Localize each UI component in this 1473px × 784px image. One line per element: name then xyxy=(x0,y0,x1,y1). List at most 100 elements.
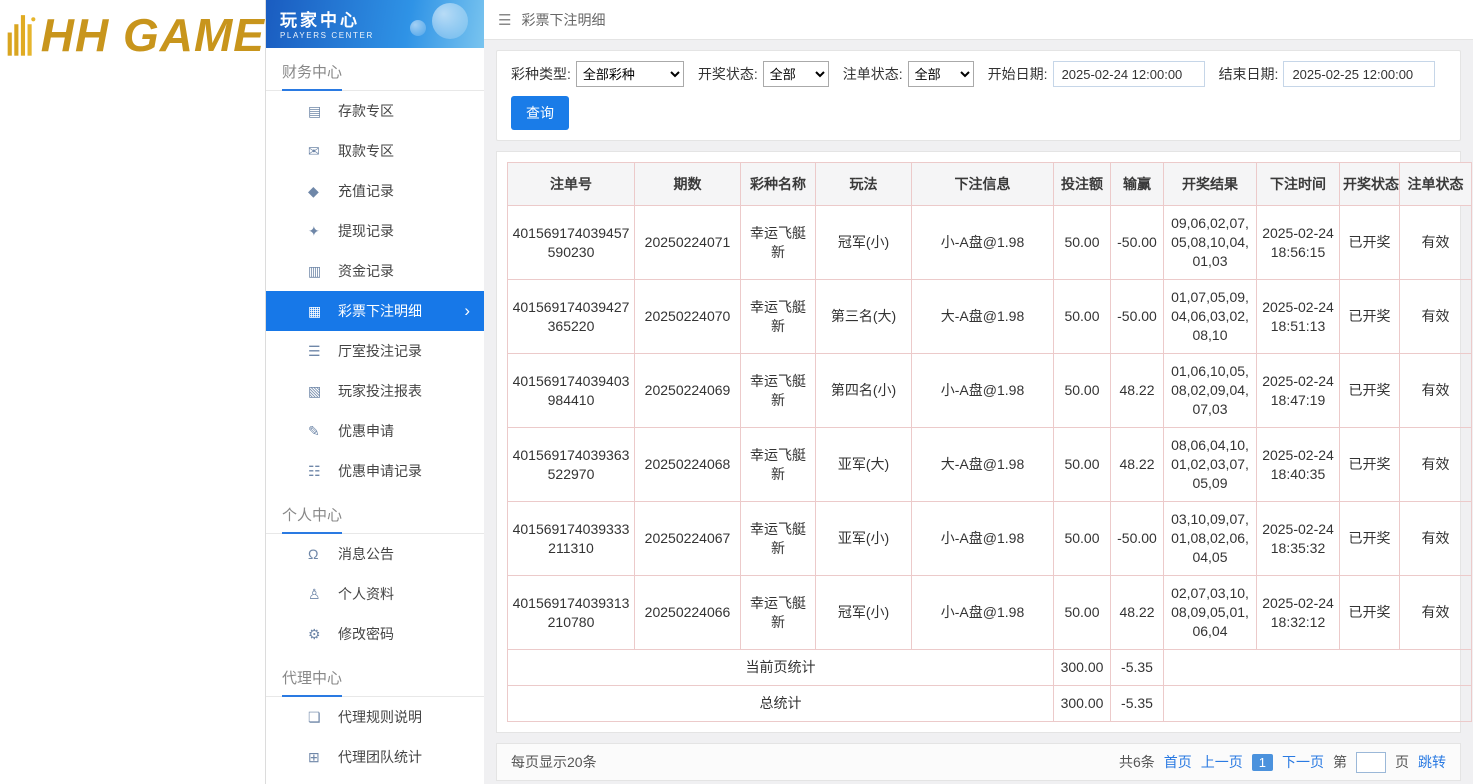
order-status-select[interactable]: 全部 xyxy=(908,61,974,87)
cell-bet_info: 大-A盘@1.98 xyxy=(912,280,1054,354)
sidebar-item-change-password[interactable]: ⚙修改密码 xyxy=(266,614,484,654)
sidebar-item-label: 彩票下注明细 xyxy=(338,303,422,319)
sidebar-item-label: 代理规则说明 xyxy=(338,709,422,725)
cell-bet_time: 2025-02-24 18:40:35 xyxy=(1257,428,1340,502)
cell-lottery: 幸运飞艇新 xyxy=(741,206,816,280)
cell-period: 20250224070 xyxy=(635,280,741,354)
cell-amount: 50.00 xyxy=(1054,502,1111,576)
cell-bet_time: 2025-02-24 18:47:19 xyxy=(1257,354,1340,428)
cell-period: 20250224066 xyxy=(635,576,741,650)
table-footer: 每页显示20条 共6条 首页 上一页 1 下一页 第 页 跳转 xyxy=(496,743,1461,781)
sidebar-item-deposit-area[interactable]: ▤存款专区 xyxy=(266,91,484,131)
summary-empty xyxy=(1164,686,1472,722)
chevron-right-icon: › xyxy=(464,291,470,331)
sidebar-item-fund-records[interactable]: ▥资金记录 xyxy=(266,251,484,291)
search-button[interactable]: 查询 xyxy=(511,96,569,130)
jump-button[interactable]: 跳转 xyxy=(1418,752,1446,772)
cell-bet_time: 2025-02-24 18:56:15 xyxy=(1257,206,1340,280)
sidebar-item-profile[interactable]: ♙个人资料 xyxy=(266,574,484,614)
table-row: 40156917403940398441020250224069幸运飞艇新第四名… xyxy=(508,354,1472,428)
cell-result: 01,06,10,05,08,02,09,04,07,03 xyxy=(1164,354,1257,428)
cell-order_no: 401569174039333211310 xyxy=(508,502,635,576)
sidebar-item-label: 充值记录 xyxy=(338,183,394,199)
first-page-link[interactable]: 首页 xyxy=(1164,752,1192,772)
cell-order_no: 401569174039313210780 xyxy=(508,576,635,650)
cell-play: 冠军(小) xyxy=(816,206,912,280)
promo-record-icon: ☷ xyxy=(308,451,321,491)
cell-result: 01,07,05,09,04,06,03,02,08,10 xyxy=(1164,280,1257,354)
bell-icon: Ω xyxy=(308,534,318,574)
sidebar-item-lottery-bet-details[interactable]: ▦彩票下注明细› xyxy=(266,291,484,331)
cell-result: 03,10,09,07,01,08,02,06,04,05 xyxy=(1164,502,1257,576)
sidebar-item-label: 优惠申请记录 xyxy=(338,463,422,479)
table-body: 40156917403945759023020250224071幸运飞艇新冠军(… xyxy=(508,206,1472,722)
cell-order_status: 有效 xyxy=(1400,502,1472,576)
cell-order_status: 有效 xyxy=(1400,576,1472,650)
cell-win_loss: 48.22 xyxy=(1111,576,1164,650)
cell-amount: 50.00 xyxy=(1054,576,1111,650)
page-jump-input[interactable] xyxy=(1356,752,1386,773)
cell-order_no: 401569174039457590230 xyxy=(508,206,635,280)
draw-status-select[interactable]: 全部 xyxy=(763,61,829,87)
site-logo[interactable]: HH GAME xyxy=(0,0,265,62)
deposit-icon: ▤ xyxy=(308,91,321,131)
cell-order_status: 有效 xyxy=(1400,280,1472,354)
page-title: 彩票下注明细 xyxy=(521,10,605,30)
cell-win_loss: -50.00 xyxy=(1111,280,1164,354)
sidebar-item-hall-bet-records[interactable]: ☰ 厅室投注记录 xyxy=(266,331,484,371)
sidebar-section-title: 代理中心 xyxy=(266,654,484,697)
sidebar-item-recharge-records[interactable]: ◆ 充值记录 xyxy=(266,171,484,211)
end-date-input[interactable] xyxy=(1283,61,1435,87)
cell-lottery: 幸运飞艇新 xyxy=(741,576,816,650)
summary-amount: 300.00 xyxy=(1054,686,1111,722)
funds-icon: ▥ xyxy=(308,251,321,291)
sidebar-item-promo-apply[interactable]: ✎优惠申请 xyxy=(266,411,484,451)
table-row: 40156917403931321078020250224066幸运飞艇新冠军(… xyxy=(508,576,1472,650)
sidebar-item-player-bet-report[interactable]: ▧玩家投注报表 xyxy=(266,371,484,411)
sidebar-section-title: 财务中心 xyxy=(266,48,484,91)
sidebar-item-label: 厅室投注记录 xyxy=(338,343,422,359)
user-icon: ♙ xyxy=(308,574,321,614)
sidebar-item-label: 代理团队统计 xyxy=(338,749,422,765)
summary-amount: 300.00 xyxy=(1054,650,1111,686)
start-date-label: 开始日期: xyxy=(988,64,1048,84)
prev-page-link[interactable]: 上一页 xyxy=(1201,752,1243,772)
sidebar-item-promo-apply-records[interactable]: ☷ 优惠申请记录 xyxy=(266,451,484,491)
column-header: 投注额 xyxy=(1054,163,1111,206)
cell-play: 冠军(小) xyxy=(816,576,912,650)
column-header: 输赢 xyxy=(1111,163,1164,206)
column-header: 注单号 xyxy=(508,163,635,206)
sidebar-item-agent-team-stats[interactable]: ⊞代理团队统计 xyxy=(266,737,484,777)
next-page-link[interactable]: 下一页 xyxy=(1282,752,1324,772)
column-header: 玩法 xyxy=(816,163,912,206)
jump-suffix-label: 页 xyxy=(1395,752,1409,772)
table-header-row: 注单号期数彩种名称玩法下注信息投注额输赢开奖结果下注时间开奖状态注单状态 xyxy=(508,163,1472,206)
cell-lottery: 幸运飞艇新 xyxy=(741,354,816,428)
lottery-type-select[interactable]: 全部彩种 xyxy=(576,61,684,87)
table-row: 40156917403933321131020250224067幸运飞艇新亚军(… xyxy=(508,502,1472,576)
cell-lottery: 幸运飞艇新 xyxy=(741,428,816,502)
main-content: ☰ 彩票下注明细 彩种类型: 全部彩种 开奖状态: 全部 注单状态: 全部 开始… xyxy=(484,0,1473,784)
promo-icon: ✎ xyxy=(308,411,320,451)
coins-icon: ◆ xyxy=(308,171,319,211)
summary-row: 总统计300.00-5.35 xyxy=(508,686,1472,722)
current-page[interactable]: 1 xyxy=(1252,754,1273,771)
sidebar-item-withdraw-area[interactable]: ✉取款专区 xyxy=(266,131,484,171)
draw-status-label: 开奖状态: xyxy=(698,64,758,84)
pagination: 共6条 首页 上一页 1 下一页 第 页 跳转 xyxy=(1119,752,1446,773)
hall-icon: ☰ xyxy=(308,331,321,371)
players-center-subtitle: PLAYERS CENTER xyxy=(280,31,484,40)
menu-toggle-icon[interactable]: ☰ xyxy=(498,11,511,29)
cell-period: 20250224069 xyxy=(635,354,741,428)
cell-play: 第三名(大) xyxy=(816,280,912,354)
cell-bet_info: 大-A盘@1.98 xyxy=(912,428,1054,502)
start-date-input[interactable] xyxy=(1053,61,1205,87)
sidebar-item-withdrawal-records[interactable]: ✦提现记录 xyxy=(266,211,484,251)
logo-area: HH GAME xyxy=(0,0,265,784)
cell-period: 20250224067 xyxy=(635,502,741,576)
sidebar-item-agent-rules[interactable]: ❏代理规则说明 xyxy=(266,697,484,737)
summary-row: 当前页统计300.00-5.35 xyxy=(508,650,1472,686)
sidebar-item-messages[interactable]: Ω消息公告 xyxy=(266,534,484,574)
sidebar-item-label: 提现记录 xyxy=(338,223,394,239)
logo-bars-icon xyxy=(6,8,41,62)
